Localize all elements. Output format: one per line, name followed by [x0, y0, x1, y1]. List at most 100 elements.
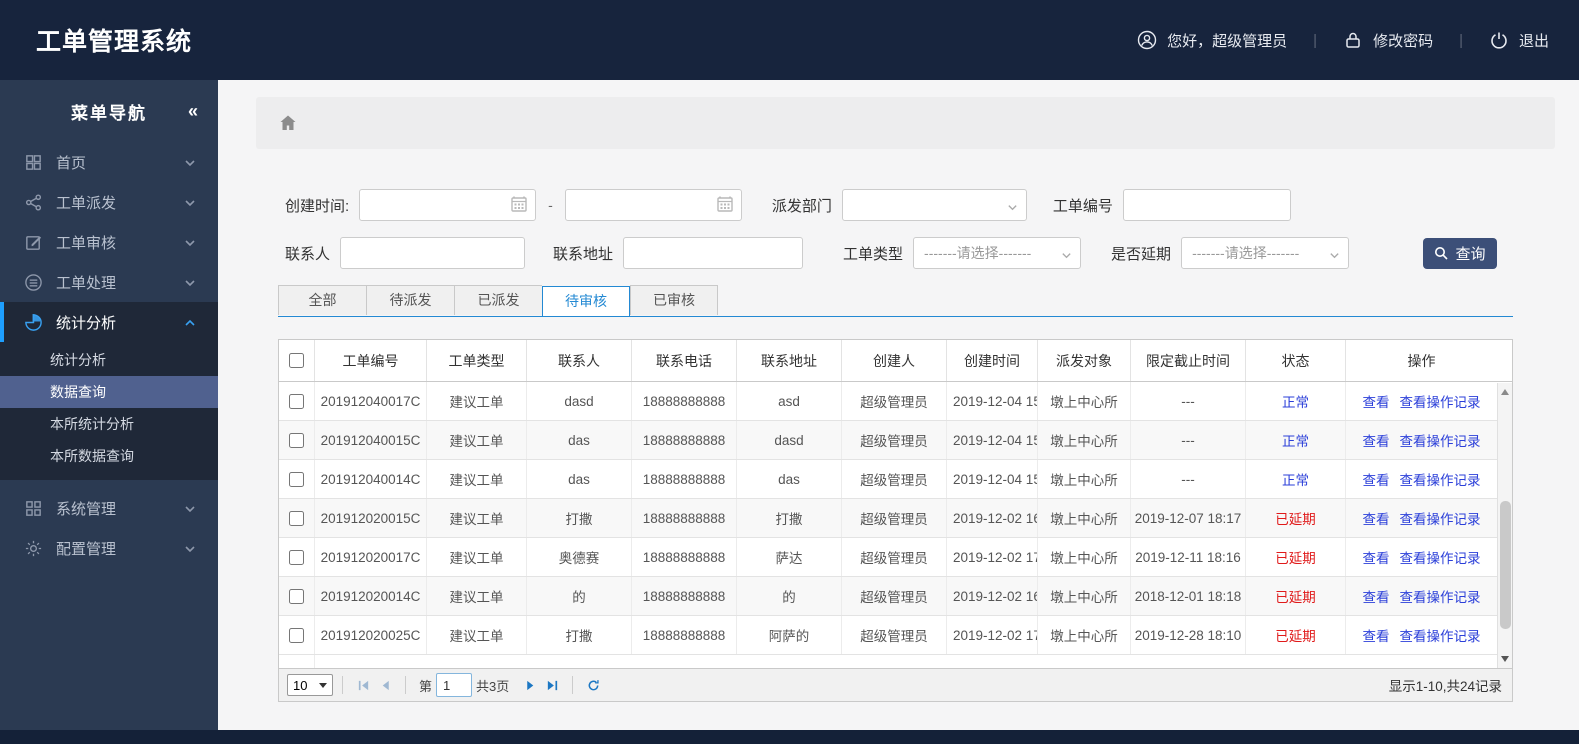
row-checkbox[interactable] [289, 588, 304, 604]
scrollbar-thumb[interactable] [1500, 501, 1511, 629]
sidebar-item-home[interactable]: 首页 [0, 142, 218, 182]
view-log-link[interactable]: 查看操作记录 [1400, 391, 1481, 411]
view-link[interactable]: 查看 [1363, 625, 1390, 645]
col-contact: 联系人 [527, 340, 632, 381]
page-number-input[interactable] [436, 673, 473, 697]
main-content: 创建时间: - 派发部门 工单编号 联系人 联系地址 工单类型 -------请… [218, 80, 1579, 730]
cell-created-time: 2019-12-04 15 [947, 460, 1038, 498]
address-input[interactable] [623, 237, 804, 269]
view-link[interactable]: 查看 [1363, 469, 1390, 489]
created-time-end-input[interactable] [564, 189, 742, 221]
tab-pending-dispatch[interactable]: 待派发 [366, 285, 454, 315]
separator: | [1313, 31, 1318, 49]
select-all-checkbox[interactable] [289, 353, 304, 368]
cell-order-type: 建议工单 [427, 538, 527, 576]
scroll-up-arrow[interactable] [1498, 385, 1512, 399]
cell-created-time: 2019-12-04 15 [947, 382, 1038, 420]
prev-page-button[interactable] [374, 674, 396, 696]
sidebar-item-system[interactable]: 系统管理 [0, 488, 218, 528]
chevron-down-icon [319, 682, 327, 688]
chevron-down-icon [184, 236, 196, 248]
last-page-button[interactable] [541, 674, 563, 696]
contact-label: 联系人 [285, 245, 331, 263]
row-checkbox[interactable] [289, 627, 304, 643]
order-type-select[interactable]: -------请选择------- [913, 237, 1082, 269]
contact-input[interactable] [340, 237, 526, 269]
row-checkbox[interactable] [289, 432, 304, 448]
cell-creator: 超级管理员 [842, 577, 947, 615]
cell-deadline: 2019-12-11 18:16 [1131, 538, 1246, 576]
logout-button[interactable]: 退出 [1489, 30, 1549, 51]
row-checkbox[interactable] [289, 471, 304, 487]
pagination-bar: 10 第 共3页 [278, 669, 1513, 702]
sidebar-item-config[interactable]: 配置管理 [0, 528, 218, 568]
chevron-down-icon [1007, 200, 1018, 211]
refresh-icon[interactable] [582, 674, 604, 696]
table-row: 201912020015C 建议工单 打撒 18888888888 打撒 超级管… [279, 499, 1512, 538]
row-checkbox[interactable] [289, 393, 304, 409]
chevron-down-icon [184, 196, 196, 208]
cell-creator: 超级管理员 [842, 616, 947, 654]
home-icon[interactable] [278, 113, 298, 133]
tab-pending-review[interactable]: 待审核 [542, 286, 630, 317]
home-grid-icon [24, 153, 43, 172]
cell-deadline: --- [1131, 460, 1246, 498]
order-id-input[interactable] [1122, 189, 1291, 221]
row-checkbox[interactable] [289, 549, 304, 565]
row-checkbox[interactable] [289, 510, 304, 526]
scroll-down-arrow[interactable] [1498, 652, 1512, 666]
tab-reviewed[interactable]: 已审核 [630, 285, 718, 315]
sidebar-item-review[interactable]: 工单审核 [0, 222, 218, 262]
sidebar-item-process[interactable]: 工单处理 [0, 262, 218, 302]
logout-label: 退出 [1518, 32, 1549, 50]
search-button[interactable]: 查询 [1423, 237, 1497, 269]
view-log-link[interactable]: 查看操作记录 [1400, 469, 1481, 489]
tab-all[interactable]: 全部 [278, 285, 366, 315]
power-icon [1489, 30, 1509, 50]
view-log-link[interactable]: 查看操作记录 [1400, 508, 1481, 528]
page-size-select[interactable]: 10 [287, 674, 333, 696]
col-deadline: 限定截止时间 [1131, 340, 1246, 381]
cell-deadline: --- [1131, 382, 1246, 420]
first-page-button[interactable] [352, 674, 374, 696]
view-link[interactable]: 查看 [1363, 508, 1390, 528]
status-badge: 已延期 [1275, 551, 1316, 566]
cell-deadline: 2018-12-01 18:18 [1131, 577, 1246, 615]
table-row: 201912020017C 建议工单 奥德赛 18888888888 萨达 超级… [279, 538, 1512, 577]
view-link[interactable]: 查看 [1363, 391, 1390, 411]
sidebar-subitem-statistics[interactable]: 统计分析 [0, 344, 218, 376]
cell-dispatch-target: 墩上中心所 [1038, 382, 1131, 420]
vertical-scrollbar[interactable] [1497, 383, 1512, 668]
view-link[interactable]: 查看 [1363, 430, 1390, 450]
cell-order-id: 201912020015C [315, 499, 427, 537]
cell-creator: 超级管理员 [842, 421, 947, 459]
sidebar-subitem-branch-data-query[interactable]: 本所数据查询 [0, 440, 218, 472]
col-order-id: 工单编号 [315, 340, 427, 381]
sidebar-item-statistics[interactable]: 统计分析 [0, 302, 218, 342]
view-log-link[interactable]: 查看操作记录 [1400, 547, 1481, 567]
cell-address: das [737, 460, 842, 498]
col-order-type: 工单类型 [427, 340, 527, 381]
view-log-link[interactable]: 查看操作记录 [1400, 430, 1481, 450]
view-link[interactable]: 查看 [1363, 547, 1390, 567]
cell-order-id: 201912040017C [315, 382, 427, 420]
collapse-sidebar-button[interactable]: « [188, 101, 198, 122]
view-link[interactable]: 查看 [1363, 586, 1390, 606]
department-select[interactable] [841, 189, 1027, 221]
next-page-button[interactable] [519, 674, 541, 696]
chevron-down-icon [184, 502, 196, 514]
created-time-start-input[interactable] [359, 189, 537, 221]
view-log-link[interactable]: 查看操作记录 [1400, 586, 1481, 606]
change-password-button[interactable]: 修改密码 [1343, 30, 1433, 51]
delay-select[interactable]: -------请选择------- [1181, 237, 1350, 269]
sidebar-subitem-branch-statistics[interactable]: 本所统计分析 [0, 408, 218, 440]
sidebar-item-dispatch[interactable]: 工单派发 [0, 182, 218, 222]
tab-dispatched[interactable]: 已派发 [454, 285, 542, 315]
table-row: 201912020014C 建议工单 的 18888888888 的 超级管理员… [279, 577, 1512, 616]
view-log-link[interactable]: 查看操作记录 [1400, 625, 1481, 645]
cell-creator: 超级管理员 [842, 538, 947, 576]
sidebar-subitem-data-query[interactable]: 数据查询 [0, 376, 218, 408]
table-row-partial [279, 655, 1512, 668]
cell-phone: 18888888888 [632, 499, 737, 537]
user-greeting[interactable]: 您好，超级管理员 [1137, 30, 1287, 51]
